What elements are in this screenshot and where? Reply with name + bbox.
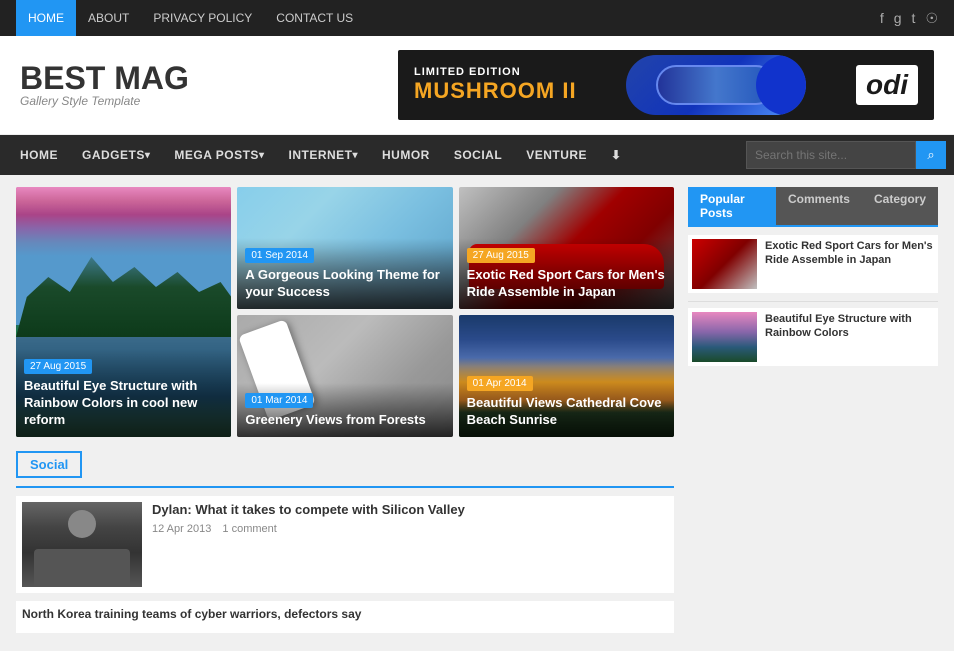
popular-title-2: Beautiful Eye Structure with Rainbow Col…	[765, 312, 934, 341]
mainnav-venture[interactable]: VENTURE	[514, 135, 599, 175]
popular-title-1: Exotic Red Sport Cars for Men's Ride Ass…	[765, 239, 934, 268]
popular-car-image	[692, 239, 757, 289]
popular-tabs: Popular Posts Comments Category	[688, 187, 938, 227]
banner-product-text: MUSHROOM II	[414, 78, 577, 104]
mainnav-social[interactable]: SOCIAL	[442, 135, 514, 175]
banner-grip-image	[626, 55, 806, 115]
logo-area: BEST MAG Gallery Style Template	[20, 62, 189, 108]
banner-limited-text: LIMITED EDITION	[414, 66, 577, 78]
social-post-2[interactable]: North Korea training teams of cyber warr…	[16, 601, 674, 633]
sidebar-divider	[688, 301, 938, 302]
popular-info-1: Exotic Red Sport Cars for Men's Ride Ass…	[765, 239, 934, 289]
top-social: f g t ☉	[880, 10, 938, 27]
popular-thumb-2	[692, 312, 757, 362]
social-post-1[interactable]: Dylan: What it takes to compete with Sil…	[16, 496, 674, 593]
topnav-contact[interactable]: CONTACT US	[264, 0, 365, 36]
banner-brand-logo: odi	[856, 65, 918, 105]
mainnav-internet[interactable]: INTERNET	[276, 135, 370, 175]
header: BEST MAG Gallery Style Template LIMITED …	[0, 36, 954, 135]
featured-top-mid-card[interactable]: 01 Sep 2014 A Gorgeous Looking Theme for…	[237, 187, 452, 309]
search-input[interactable]	[746, 141, 916, 169]
popular-thumb-1	[692, 239, 757, 289]
featured-main-card[interactable]: 27 Aug 2015 Beautiful Eye Structure with…	[16, 187, 231, 437]
card-overlay: 27 Aug 2015 Beautiful Eye Structure with…	[16, 349, 231, 437]
bot-mid-date: 01 Mar 2014	[245, 393, 313, 408]
post-1-info: Dylan: What it takes to compete with Sil…	[152, 502, 668, 535]
top-right-overlay: 27 Aug 2015 Exotic Red Sport Cars for Me…	[459, 238, 674, 309]
top-mid-overlay: 01 Sep 2014 A Gorgeous Looking Theme for…	[237, 238, 452, 309]
banner-ad[interactable]: LIMITED EDITION MUSHROOM II odi	[398, 50, 934, 120]
popular-item-2[interactable]: Beautiful Eye Structure with Rainbow Col…	[688, 308, 938, 366]
featured-bot-right-card[interactable]: 01 Apr 2014 Beautiful Views Cathedral Co…	[459, 315, 674, 437]
social-section: Social Dylan: What it takes to compete w…	[16, 451, 674, 633]
popular-mountain-image	[692, 312, 757, 362]
logo-subtitle: Gallery Style Template	[20, 94, 189, 108]
top-nav: HOME ABOUT PRIVACY POLICY CONTACT US	[16, 0, 365, 36]
sidebar-right: Popular Posts Comments Category Exotic R…	[688, 187, 938, 639]
section-divider	[16, 486, 674, 488]
twitter-icon[interactable]: t	[912, 10, 916, 26]
top-mid-date: 01 Sep 2014	[245, 248, 314, 263]
bot-mid-title: Greenery Views from Forests	[245, 412, 444, 429]
top-right-date: 27 Aug 2015	[467, 248, 535, 263]
top-right-title: Exotic Red Sport Cars for Men's Ride Ass…	[467, 267, 666, 301]
featured-bot-mid-card[interactable]: 01 Mar 2014 Greenery Views from Forests	[237, 315, 452, 437]
topnav-privacy[interactable]: PRIVACY POLICY	[141, 0, 264, 36]
tab-category[interactable]: Category	[862, 187, 938, 225]
popular-info-2: Beautiful Eye Structure with Rainbow Col…	[765, 312, 934, 362]
search-button[interactable]: ⌕	[916, 141, 946, 169]
content-area: 27 Aug 2015 Beautiful Eye Structure with…	[0, 175, 954, 651]
topnav-home[interactable]: HOME	[16, 0, 76, 36]
top-bar: HOME ABOUT PRIVACY POLICY CONTACT US f g…	[0, 0, 954, 36]
bot-right-overlay: 01 Apr 2014 Beautiful Views Cathedral Co…	[459, 366, 674, 437]
banner-text: LIMITED EDITION MUSHROOM II	[414, 66, 577, 104]
post-1-comments: 1 comment	[222, 523, 276, 535]
bot-right-date: 01 Apr 2014	[467, 376, 533, 391]
post-1-meta: 12 Apr 2013 1 comment	[152, 523, 668, 535]
social-section-header: Social	[16, 451, 82, 478]
main-card-title: Beautiful Eye Structure with Rainbow Col…	[24, 378, 223, 429]
post-2-title: North Korea training teams of cyber warr…	[22, 607, 668, 623]
popular-item-1[interactable]: Exotic Red Sport Cars for Men's Ride Ass…	[688, 235, 938, 293]
post-1-image	[22, 502, 142, 587]
person-image	[22, 502, 142, 587]
main-card-date: 27 Aug 2015	[24, 359, 92, 374]
tab-comments[interactable]: Comments	[776, 187, 862, 225]
featured-grid: 27 Aug 2015 Beautiful Eye Structure with…	[16, 187, 674, 437]
mainnav-megaposts[interactable]: MEGA POSTS	[162, 135, 276, 175]
tab-popular[interactable]: Popular Posts	[688, 187, 776, 225]
facebook-icon[interactable]: f	[880, 10, 884, 26]
topnav-about[interactable]: ABOUT	[76, 0, 141, 36]
mainnav-gadgets[interactable]: GADGETS	[70, 135, 162, 175]
googleplus-icon[interactable]: g	[894, 10, 902, 26]
grip-handle	[656, 65, 776, 105]
main-nav: HOME GADGETS MEGA POSTS INTERNET HUMOR S…	[0, 135, 954, 175]
search-area: ⌕	[746, 141, 946, 169]
mainnav-home[interactable]: HOME	[8, 135, 70, 175]
logo-title: BEST MAG	[20, 62, 189, 94]
top-mid-title: A Gorgeous Looking Theme for your Succes…	[245, 267, 444, 301]
post-1-title: Dylan: What it takes to compete with Sil…	[152, 502, 668, 519]
bot-mid-overlay: 01 Mar 2014 Greenery Views from Forests	[237, 383, 452, 437]
featured-top-right-card[interactable]: 27 Aug 2015 Exotic Red Sport Cars for Me…	[459, 187, 674, 309]
mainnav-download[interactable]: ⬇	[599, 135, 634, 175]
post-1-date: 12 Apr 2013	[152, 523, 211, 535]
bot-right-title: Beautiful Views Cathedral Cove Beach Sun…	[467, 395, 666, 429]
main-content: 27 Aug 2015 Beautiful Eye Structure with…	[16, 187, 674, 639]
rss-icon[interactable]: ☉	[925, 10, 938, 27]
mainnav-humor[interactable]: HUMOR	[370, 135, 442, 175]
